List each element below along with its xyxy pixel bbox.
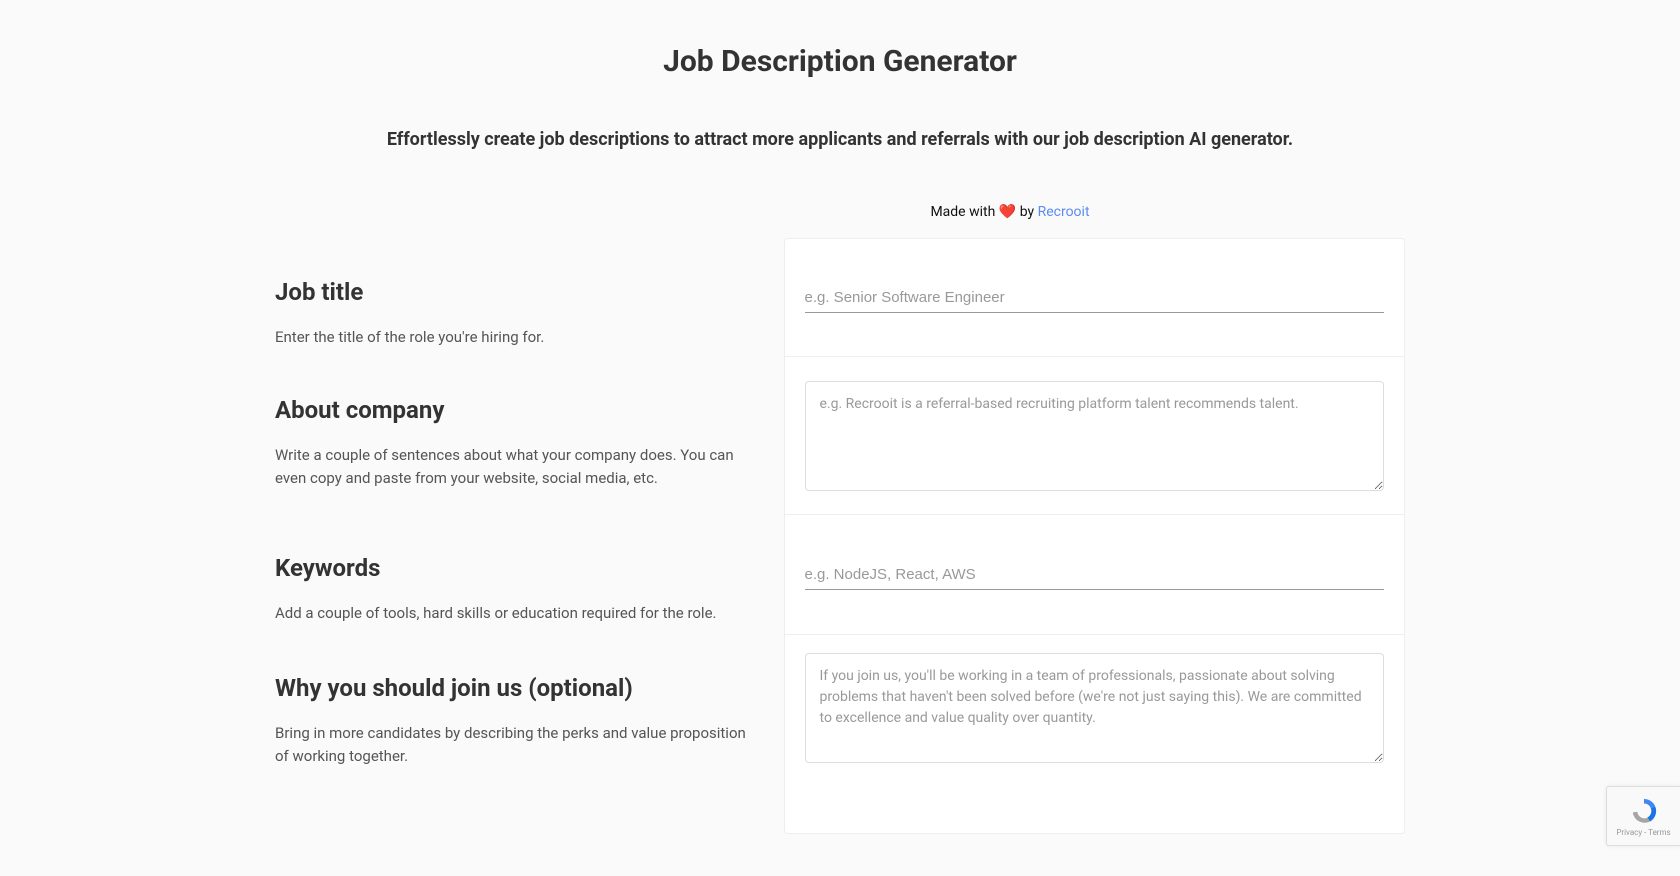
page-title: Job Description Generator	[275, 0, 1405, 129]
made-with: Made with ❤️ by Recrooit	[275, 204, 1405, 238]
recaptcha-terms: Privacy - Terms	[1616, 828, 1670, 837]
label-heading: About company	[275, 396, 754, 424]
label-help: Enter the title of the role you're hirin…	[275, 326, 754, 349]
heart-icon: ❤️	[999, 204, 1016, 220]
recaptcha-icon	[1629, 796, 1659, 826]
label-keywords: Keywords Add a couple of tools, hard ski…	[275, 554, 754, 674]
label-help: Bring in more candidates by describing t…	[275, 722, 754, 769]
made-with-by: by	[1016, 204, 1037, 220]
labels-column: Job title Enter the title of the role yo…	[275, 238, 784, 834]
label-heading: Job title	[275, 278, 754, 306]
keywords-input[interactable]	[805, 560, 1385, 590]
input-section-job-title	[785, 239, 1405, 357]
input-section-keywords	[785, 515, 1405, 635]
label-why-join: Why you should join us (optional) Bring …	[275, 674, 754, 834]
label-about-company: About company Write a couple of sentence…	[275, 396, 754, 554]
label-job-title: Job title Enter the title of the role yo…	[275, 278, 754, 396]
label-help: Add a couple of tools, hard skills or ed…	[275, 602, 754, 625]
brand-link[interactable]: Recrooit	[1038, 204, 1090, 220]
input-section-about-company	[785, 357, 1405, 515]
form: Job title Enter the title of the role yo…	[275, 238, 1405, 834]
about-company-textarea[interactable]	[805, 381, 1385, 491]
inputs-column	[784, 238, 1406, 834]
why-join-textarea[interactable]	[805, 653, 1385, 763]
input-section-why-join	[785, 635, 1405, 795]
label-heading: Keywords	[275, 554, 754, 582]
label-heading: Why you should join us (optional)	[275, 674, 754, 702]
job-title-input[interactable]	[805, 283, 1385, 313]
label-help: Write a couple of sentences about what y…	[275, 444, 754, 491]
made-with-prefix: Made with	[930, 204, 998, 220]
recaptcha-badge[interactable]: Privacy - Terms	[1606, 786, 1680, 846]
page-subtitle: Effortlessly create job descriptions to …	[275, 129, 1405, 204]
